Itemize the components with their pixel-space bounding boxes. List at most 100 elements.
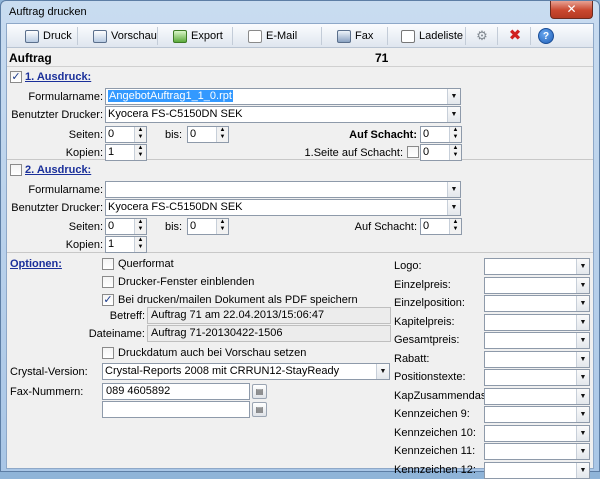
vorschau-button[interactable]: Vorschau [93, 27, 157, 45]
print1-first-schacht-checkbox[interactable] [407, 146, 419, 158]
right-field-combo[interactable]: ▼ [484, 313, 590, 331]
spinner-arrows-icon[interactable]: ▲ ▼ [216, 219, 228, 234]
print2-bis-spinner[interactable]: 0 ▲ ▼ [187, 218, 229, 235]
right-field-combo[interactable]: ▼ [484, 443, 590, 460]
mail-icon [248, 29, 262, 43]
print2-seiten-label: Seiten: [68, 221, 103, 233]
chevron-down-icon[interactable]: ▼ [576, 351, 589, 367]
print2-kopien-spinner[interactable]: 1 ▲ ▼ [105, 236, 147, 253]
print1-formular-value: AngebotAuftrag1_1_0.rpt [108, 90, 233, 102]
print1-formular-combo[interactable]: AngebotAuftrag1_1_0.rpt ▼ [105, 88, 461, 105]
spinner-arrows-icon[interactable]: ▲ ▼ [134, 127, 146, 142]
chevron-down-icon[interactable]: ▼ [576, 462, 589, 478]
spinner-arrows-icon[interactable]: ▲ ▼ [216, 127, 228, 142]
right-field-combo[interactable]: ▼ [484, 295, 590, 312]
fax-number-field-1[interactable]: 089 4605892 [102, 383, 250, 400]
fax-number-field-2[interactable] [102, 401, 250, 418]
right-field-combo[interactable]: ▼ [484, 350, 590, 368]
export-button[interactable]: Export [173, 27, 223, 45]
print2-schacht-spinner[interactable]: 0 ▲ ▼ [420, 218, 462, 235]
pdf-speichern-checkbox[interactable]: ✓ [102, 294, 114, 306]
chevron-down-icon[interactable]: ▼ [576, 296, 589, 311]
chevron-down-icon[interactable]: ▼ [576, 333, 589, 348]
spinner-arrows-icon[interactable]: ▲ ▼ [134, 237, 146, 252]
print1-bis-label: bis: [165, 129, 183, 141]
print1-title[interactable]: 1. Ausdruck: [25, 71, 91, 83]
drucker-fenster-checkbox[interactable] [102, 276, 114, 288]
preview-icon [93, 29, 107, 43]
toolbar-separator [157, 27, 158, 45]
options-title[interactable]: Optionen: [10, 258, 62, 270]
right-field-label: Kennzeichen 9: [394, 408, 470, 420]
chevron-down-icon[interactable]: ▼ [376, 364, 389, 379]
help-icon[interactable]: ? [538, 28, 554, 44]
print2-schacht-label: Auf Schacht: [354, 221, 417, 233]
cancel-icon[interactable]: ✖ [507, 28, 523, 44]
email-button[interactable]: E-Mail [248, 27, 297, 45]
print2-formular-combo[interactable]: ▼ [105, 181, 461, 198]
chevron-down-icon[interactable]: ▼ [576, 370, 589, 385]
print1-seiten-von-spinner[interactable]: 0 ▲ ▼ [105, 126, 147, 143]
print2-checkbox[interactable] [10, 164, 22, 176]
druckdatum-checkbox[interactable] [102, 347, 114, 359]
print1-schacht-spinner[interactable]: 0 ▲ ▼ [420, 126, 462, 143]
betreff-field[interactable]: Auftrag 71 am 22.04.2013/15:06:47 [147, 307, 391, 324]
email-label: E-Mail [266, 30, 298, 42]
spinner-arrows-icon[interactable]: ▲ ▼ [134, 219, 146, 234]
chevron-down-icon[interactable]: ▼ [576, 277, 589, 293]
print2-drucker-combo[interactable]: Kyocera FS-C5150DN SEK ▼ [105, 199, 461, 216]
print1-checkbox[interactable]: ✓ [10, 71, 22, 83]
print1-first-schacht-spinner[interactable]: 0 ▲ ▼ [420, 144, 462, 161]
toolbar-separator [387, 27, 388, 45]
chevron-down-icon[interactable]: ▼ [576, 444, 589, 459]
crystal-label: Crystal-Version: [10, 366, 88, 378]
print1-kopien-spinner[interactable]: 1 ▲ ▼ [105, 144, 147, 161]
dateiname-field[interactable]: Auftrag 71-20130422-1506 [147, 325, 391, 342]
right-field-combo[interactable]: ▼ [484, 406, 590, 423]
spinner-arrows-icon[interactable]: ▲ ▼ [449, 127, 461, 142]
crystal-combo[interactable]: Crystal-Reports 2008 mit CRRUN12-StayRea… [102, 363, 390, 380]
right-field-combo[interactable]: ▼ [484, 461, 590, 479]
right-field-combo[interactable]: ▼ [484, 332, 590, 349]
druckdatum-label: Druckdatum auch bei Vorschau setzen [118, 347, 307, 359]
print2-bis-label: bis: [165, 221, 183, 233]
right-field-combo[interactable]: ▼ [484, 276, 590, 294]
chevron-down-icon[interactable]: ▼ [576, 425, 589, 441]
spinner-arrows-icon[interactable]: ▲ ▼ [449, 219, 461, 234]
druck-button[interactable]: Druck [25, 27, 72, 45]
toolbar-separator [530, 27, 531, 45]
spinner-arrows-icon[interactable]: ▲ ▼ [449, 145, 461, 160]
print1-drucker-combo[interactable]: Kyocera FS-C5150DN SEK ▼ [105, 106, 461, 123]
window-close-button[interactable]: ✕ [550, 1, 593, 19]
chevron-down-icon[interactable]: ▼ [576, 407, 589, 422]
print1-schacht-label: Auf Schacht: [349, 129, 417, 141]
chevron-down-icon[interactable]: ▼ [447, 107, 460, 122]
right-field-combo[interactable]: ▼ [484, 424, 590, 442]
print2-seiten-von-spinner[interactable]: 0 ▲ ▼ [105, 218, 147, 235]
printer-icon [25, 29, 39, 43]
chevron-down-icon[interactable]: ▼ [576, 388, 589, 404]
right-field-combo[interactable]: ▼ [484, 369, 590, 386]
phonebook-icon[interactable]: ▤ [252, 402, 267, 417]
chevron-down-icon[interactable]: ▼ [447, 200, 460, 215]
chevron-down-icon[interactable]: ▼ [447, 182, 460, 197]
phonebook-icon[interactable]: ▤ [252, 384, 267, 399]
toolbar: Druck Vorschau Export E-Mail Fax Ladelis… [7, 24, 593, 48]
querformat-checkbox[interactable] [102, 258, 114, 270]
chevron-down-icon[interactable]: ▼ [447, 89, 460, 104]
print1-formular-label: Formularname: [28, 91, 103, 103]
toolbar-separator [497, 27, 498, 45]
fax-button[interactable]: Fax [337, 27, 373, 45]
spinner-arrows-icon[interactable]: ▲ ▼ [134, 145, 146, 160]
right-field-combo[interactable]: ▼ [484, 387, 590, 405]
right-field-combo[interactable]: ▼ [484, 258, 590, 275]
chevron-down-icon[interactable]: ▼ [576, 259, 589, 274]
gear-icon[interactable]: ⚙ [474, 28, 490, 44]
drucker-fenster-label: Drucker-Fenster einblenden [118, 276, 255, 288]
print2-title[interactable]: 2. Ausdruck: [25, 164, 91, 176]
ladeliste-button[interactable]: Ladeliste [401, 27, 463, 45]
print1-drucker-value: Kyocera FS-C5150DN SEK [108, 108, 243, 120]
print1-bis-value: 0 [190, 128, 197, 140]
chevron-down-icon[interactable]: ▼ [576, 314, 589, 330]
print1-bis-spinner[interactable]: 0 ▲ ▼ [187, 126, 229, 143]
